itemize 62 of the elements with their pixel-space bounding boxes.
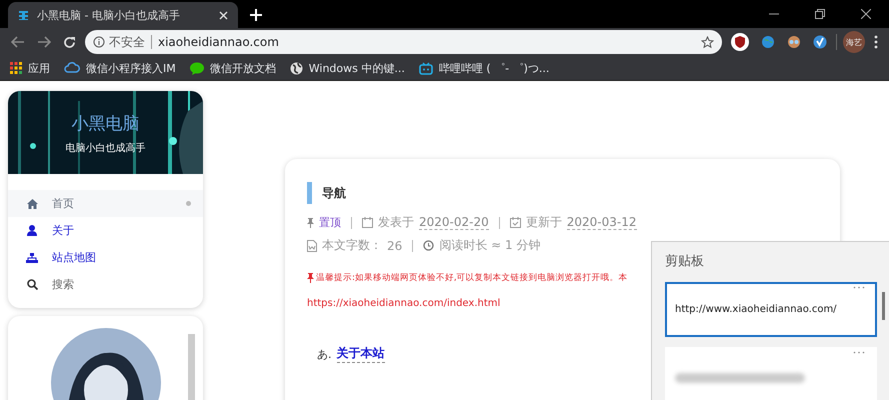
- published-date: 2020-02-20: [419, 215, 489, 230]
- notice-text: 温馨提示:如果移动端网页体验不好,可以复制本文链接到电脑浏览器打开哦。本: [316, 272, 628, 284]
- user-icon: [27, 225, 37, 236]
- search-icon: [26, 279, 38, 290]
- maximize-icon[interactable]: [815, 9, 825, 19]
- security-label: 不安全: [109, 34, 145, 50]
- browser-tab[interactable]: 小黑电脑 - 电脑小白也成高手: [8, 2, 238, 28]
- info-icon: [93, 36, 105, 48]
- home-icon: [26, 198, 38, 208]
- reading-time: 阅读时长 ≈ 1 分钟: [439, 237, 540, 254]
- profile-avatar[interactable]: 海艺: [843, 31, 865, 53]
- more-icon[interactable]: [853, 351, 865, 354]
- bookmark[interactable]: 微信小程序接入IM: [64, 60, 176, 76]
- section-link[interactable]: 关于本站: [336, 345, 384, 363]
- chat-bubble-icon: [190, 62, 204, 74]
- url-text: xiaoheidiannao.com: [158, 35, 280, 49]
- globe-icon: [290, 62, 303, 74]
- close-icon[interactable]: [861, 9, 871, 19]
- pin-icon: [307, 218, 314, 228]
- forward-icon[interactable]: [37, 36, 51, 48]
- back-icon[interactable]: [11, 36, 25, 48]
- site-logo-icon: [18, 10, 29, 20]
- accent-bar: [307, 182, 312, 204]
- post-title: 导航: [322, 184, 346, 202]
- bookmark[interactable]: Windows 中的键...: [290, 60, 405, 76]
- clock-icon: [423, 240, 434, 251]
- site-title: 小黑电脑: [72, 113, 140, 135]
- nav-item[interactable]: 首页: [8, 190, 203, 217]
- pin-icon: [307, 273, 314, 283]
- site-subtitle: 电脑小白也成高手: [66, 142, 146, 155]
- bookmark[interactable]: 微信开放文档: [190, 60, 276, 76]
- more-icon[interactable]: [853, 286, 865, 289]
- nav-item[interactable]: 搜索: [8, 271, 203, 298]
- pinned-link[interactable]: 置顶: [319, 215, 341, 230]
- bookmark[interactable]: 哔哩哔哩 ( ゜- ゜)つ...: [418, 60, 550, 76]
- word-count-label: 本文字数：: [322, 237, 382, 254]
- updated-date: 2020-03-12: [566, 215, 636, 230]
- updated-label: 更新于: [526, 214, 562, 231]
- clipboard-title: 剪贴板: [665, 253, 705, 270]
- section-marker: あ.: [317, 346, 332, 362]
- published-label: 发表于: [378, 214, 414, 231]
- shield-extension-icon[interactable]: [728, 30, 752, 54]
- apps-grid-icon: [10, 62, 22, 74]
- reload-icon[interactable]: [63, 36, 76, 48]
- plus-icon: [250, 9, 262, 21]
- clipboard-item[interactable]: [665, 347, 877, 400]
- document-icon: [307, 240, 317, 252]
- new-tab-button[interactable]: [248, 7, 264, 23]
- calendar-check-icon: [510, 217, 521, 228]
- sitemap-icon: [26, 252, 38, 262]
- bookmark[interactable]: 应用: [10, 60, 50, 76]
- nav-item[interactable]: 关于: [8, 217, 203, 244]
- cloud-icon: [64, 62, 80, 74]
- calendar-icon: [362, 217, 373, 228]
- nav-item[interactable]: 站点地图: [8, 244, 203, 271]
- scrollbar[interactable]: [882, 292, 885, 320]
- word-count: 26: [387, 238, 402, 252]
- address-bar[interactable]: 不安全 xiaoheidiannao.com: [85, 30, 722, 54]
- clipboard-item[interactable]: http://www.xiaoheidiannao.com/: [665, 282, 877, 337]
- tv-icon: [418, 62, 433, 74]
- notice-url: https://xiaoheidiannao.com/index.html: [307, 298, 500, 309]
- star-icon[interactable]: [701, 36, 714, 48]
